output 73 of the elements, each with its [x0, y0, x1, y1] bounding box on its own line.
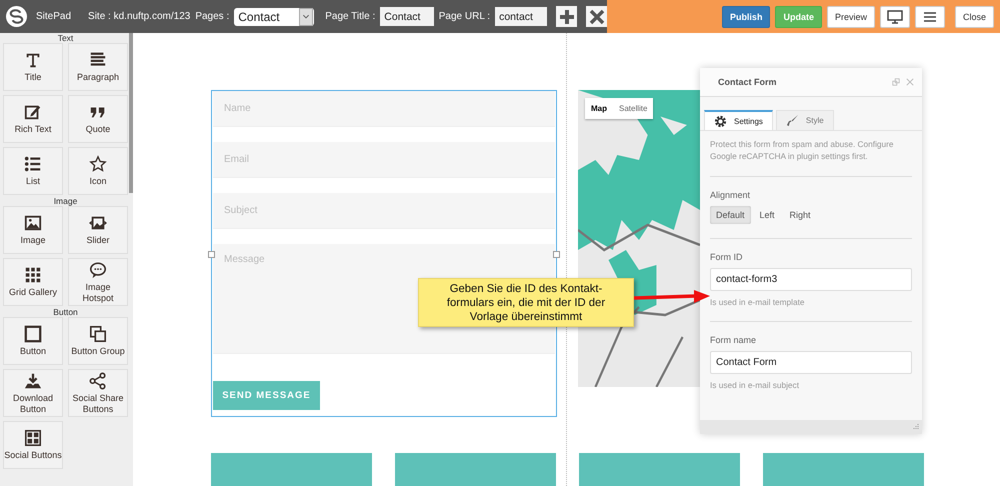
resize-grip-icon[interactable]: [911, 423, 919, 431]
stacked-squares-icon: [89, 325, 107, 344]
page-url-label: Page URL :: [438, 11, 490, 22]
site-address: Site : kd.nuftp.com/123: [88, 11, 190, 22]
help-text: Is used in e-mail template: [710, 297, 806, 307]
image-icon: [24, 214, 42, 232]
field-label: Alignment: [710, 190, 752, 200]
social-buttons-icon: [24, 429, 42, 448]
widget-tile[interactable]: Button: [3, 317, 63, 365]
download-icon: [24, 372, 42, 390]
widget-tile[interactable]: Title: [3, 43, 63, 91]
share-icon: [89, 372, 107, 390]
section-heading: Image: [52, 196, 78, 206]
list-icon: [24, 155, 42, 174]
field-label: Form name: [710, 335, 758, 345]
menu-button[interactable]: [914, 6, 945, 28]
help-text: Is used in e-mail subject: [710, 380, 800, 390]
widget-tile[interactable]: Download Button: [3, 369, 63, 417]
alignment-option[interactable]: Left: [754, 206, 781, 224]
page-title-field[interactable]: Contact: [380, 7, 434, 26]
close-page-button[interactable]: [586, 6, 608, 27]
alignment-option[interactable]: Default: [710, 206, 751, 224]
app-name: SitePad: [36, 11, 72, 22]
widget-tile[interactable]: List: [3, 147, 63, 195]
letter-t-icon: [24, 51, 42, 70]
map-type-tab[interactable]: Satellite: [613, 98, 654, 119]
section-heading: Text: [56, 33, 74, 43]
input-field[interactable]: Subject: [213, 193, 555, 229]
map-type-tab[interactable]: Map: [585, 98, 613, 119]
widget-tile[interactable]: Rich Text: [3, 95, 63, 143]
widget-tile[interactable]: Paragraph: [68, 43, 128, 91]
settings-icon: [714, 114, 727, 128]
notice-text: Protect this form from spam and abuse. Configure Google reCAPTCHA in plugin settings first.: [710, 138, 895, 162]
widget-tile[interactable]: Button Group: [68, 317, 128, 365]
widget-tile[interactable]: Quote: [68, 95, 128, 143]
alignment-option[interactable]: Right: [784, 206, 817, 224]
input-field[interactable]: Contact Form: [710, 351, 912, 374]
panel-tab[interactable]: Style: [776, 110, 834, 130]
monitor-icon: [886, 10, 903, 24]
toolbar-button[interactable]: Close: [954, 6, 994, 28]
widget-tile[interactable]: Grid Gallery: [3, 258, 63, 306]
panel-title: Contact Form: [718, 77, 778, 87]
slider-icon: [89, 214, 107, 232]
section-heading: Button: [52, 307, 79, 317]
toolbar-button[interactable]: Publish: [722, 6, 770, 28]
input-field[interactable]: Email: [213, 142, 555, 178]
widget-tile[interactable]: Icon: [68, 147, 128, 195]
widget-tile[interactable]: Social Share Buttons: [68, 369, 128, 417]
widget-tile[interactable]: Image: [3, 206, 63, 254]
pages-dropdown[interactable]: Contact: [234, 8, 314, 26]
widget-tile[interactable]: Slider: [68, 206, 128, 254]
widget-tile[interactable]: Image Hotspot: [68, 258, 128, 306]
speech-bubble-icon: [89, 260, 107, 279]
brush-icon: [786, 114, 799, 127]
caret-icon[interactable]: [299, 8, 314, 26]
edit-icon: [24, 103, 42, 122]
square-icon: [24, 325, 42, 344]
panel-tab[interactable]: Settings: [704, 110, 773, 130]
logo-icon: [6, 6, 27, 27]
grid-icon: [24, 266, 42, 284]
widget-tile[interactable]: Social Buttons: [3, 421, 63, 469]
menu-icon: [922, 10, 937, 22]
page-title-label: Page Title :: [325, 11, 376, 22]
input-field[interactable]: Name: [213, 91, 555, 127]
field-label: Form ID: [710, 252, 744, 262]
input-field[interactable]: contact-form3: [710, 268, 912, 291]
page-url-field[interactable]: contact: [495, 7, 548, 26]
star-icon: [89, 155, 107, 174]
callout-tooltip: Geben Sie die ID des Kontakt- formulars ein, die mit der ID der Vorlage übereinstimmt: [418, 278, 634, 327]
add-button[interactable]: [556, 6, 578, 27]
desktop-view-button[interactable]: [880, 6, 910, 28]
pages-label: Pages :: [195, 11, 230, 22]
toolbar-button[interactable]: Preview: [826, 6, 875, 28]
